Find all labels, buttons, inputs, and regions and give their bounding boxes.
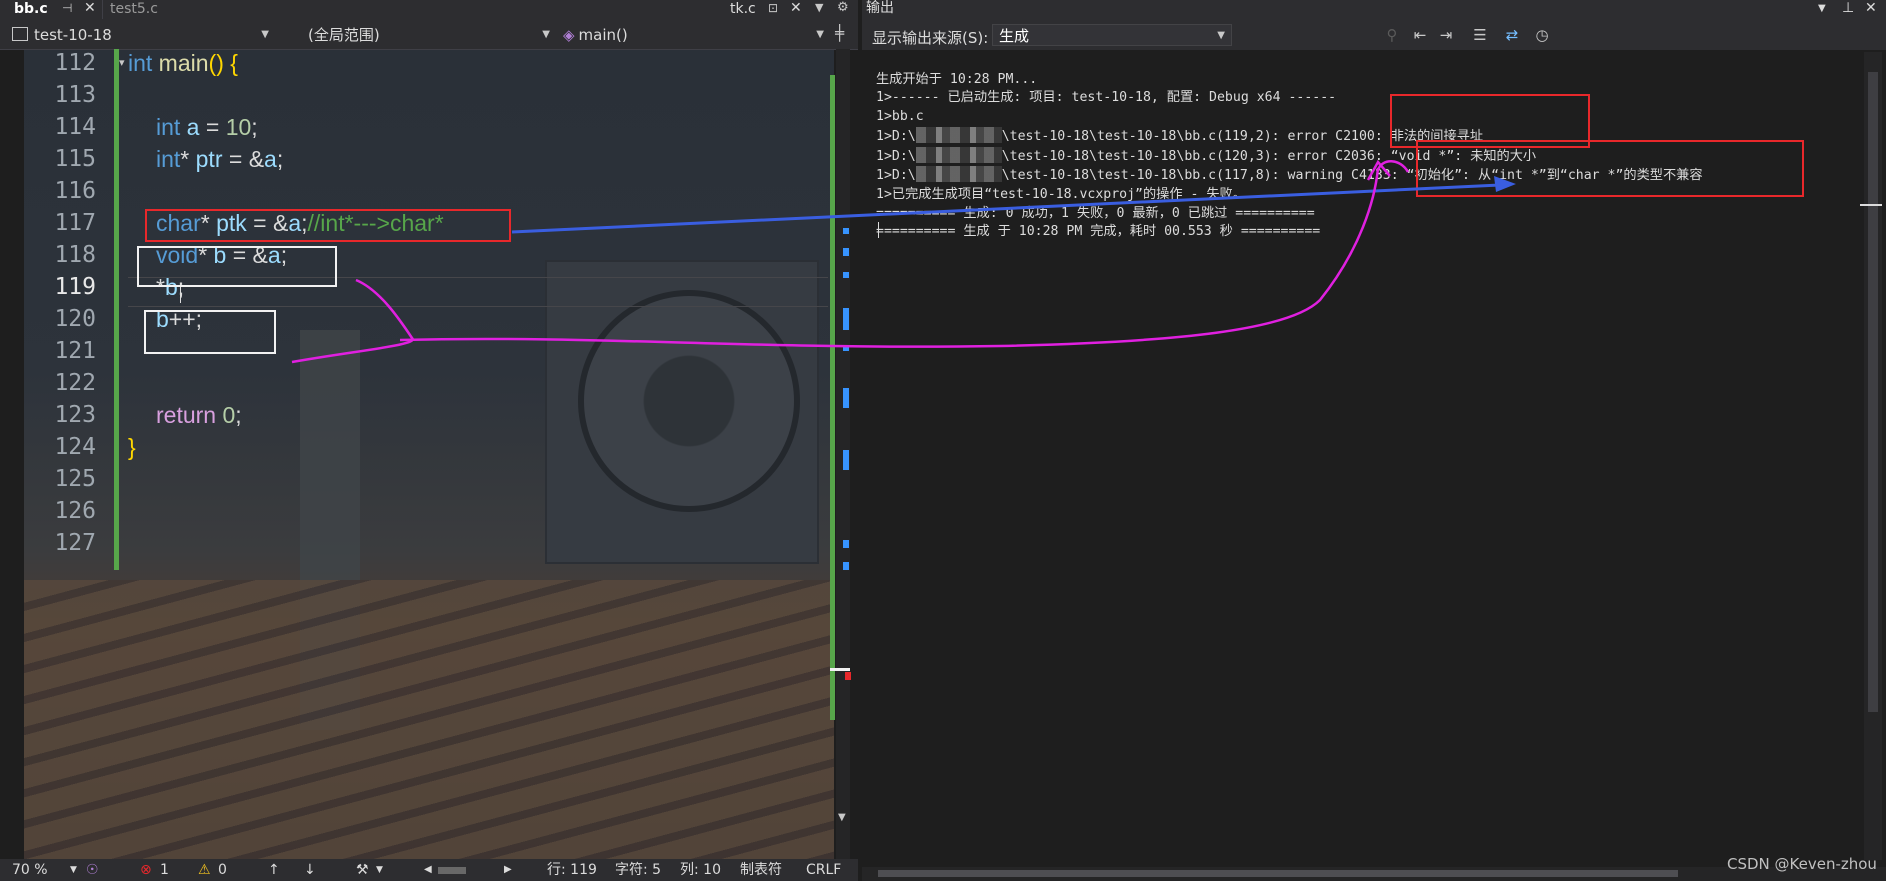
annotation-arrows	[291, 159, 1516, 364]
watermark: CSDN @Keven-zhou	[1727, 855, 1877, 873]
magenta-arrow-head	[1366, 159, 1391, 181]
magenta-squiggle	[291, 278, 414, 364]
magenta-curve	[399, 167, 1380, 348]
blue-arrow-line	[511, 183, 1501, 234]
blue-arrow-head	[1494, 176, 1516, 192]
